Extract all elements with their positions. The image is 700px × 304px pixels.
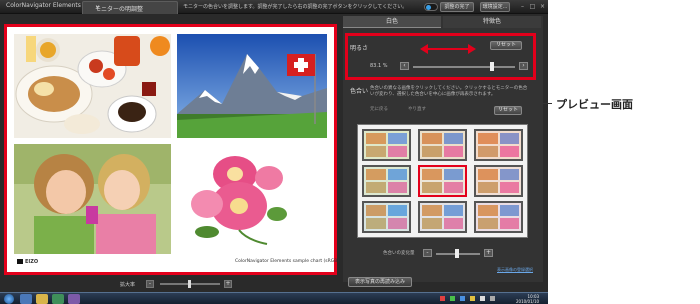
adjust-done-button[interactable]: 調整の完了 (440, 2, 474, 12)
maximize-icon[interactable]: □ (528, 2, 537, 11)
zoom-slider-thumb[interactable] (188, 280, 191, 288)
adjust-decrease-button[interactable]: - (423, 249, 432, 257)
tray-icon[interactable] (460, 296, 465, 301)
tab-monitor-adjust[interactable]: × モニターの明調整 (82, 1, 178, 14)
undo-button[interactable]: 元に戻る (370, 106, 388, 114)
callout-label: プレビュー画面 (556, 98, 633, 111)
taskbar-app-icon[interactable] (68, 294, 80, 304)
variation-cell[interactable] (474, 201, 523, 233)
brightness-label: 明るさ (350, 45, 369, 52)
brand-logo: EIZO (17, 259, 38, 265)
sample-chart-label: ColorNavigator Elements sample chart (sR… (235, 259, 340, 264)
mountain-photo (177, 34, 327, 138)
flower-photo (177, 144, 327, 254)
folder-icon[interactable] (36, 294, 48, 304)
preview-area: EIZO ColorNavigator Elements sample char… (4, 24, 340, 275)
app-name: ColorNavigator Elements (6, 2, 81, 9)
children-photo (14, 144, 171, 254)
variation-cell[interactable] (418, 129, 467, 161)
color-description: 色合いの異なる画像をクリックしてください。クリックするとモニターの色合いが変わり… (370, 86, 528, 97)
toggle-switch[interactable] (424, 3, 438, 11)
variation-cell[interactable] (474, 165, 523, 197)
tray-icon[interactable] (470, 296, 475, 301)
tab-label: モニターの明調整 (95, 6, 144, 13)
variation-cell[interactable] (362, 201, 411, 233)
callout-line (538, 103, 552, 104)
color-reset-button[interactable]: リセット (494, 106, 522, 115)
start-orb-icon[interactable] (4, 294, 14, 304)
zoom-label: 拡大率 (120, 282, 136, 288)
close-window-icon[interactable]: × (538, 2, 547, 11)
brightness-reset-button[interactable]: リセット (490, 41, 522, 50)
title-bar: ColorNavigator Elements × モニターの明調整 モニターの… (0, 0, 548, 14)
reload-photos-button[interactable]: 表示写真の再読み込み (348, 277, 412, 287)
minimize-icon[interactable]: – (518, 2, 527, 11)
network-icon[interactable] (490, 296, 495, 301)
image-select-link[interactable]: 表示画像の登録選択 (497, 267, 533, 273)
right-arrow-icon[interactable]: › (519, 62, 528, 70)
variation-cell[interactable] (362, 165, 411, 197)
taskbar-app-icon[interactable] (20, 294, 32, 304)
adjust-increase-button[interactable]: + (484, 249, 493, 257)
tab-white-point[interactable]: 白色 (343, 16, 441, 28)
brightness-slider-track[interactable] (413, 66, 515, 68)
zoom-out-button[interactable]: - (146, 280, 154, 288)
volume-icon[interactable] (480, 296, 485, 301)
taskbar: 10:03 2010/01/10 (0, 292, 548, 304)
zoom-control: 拡大率 - + (120, 280, 240, 290)
tab-feature-color[interactable]: 特徴色 (443, 16, 541, 28)
adjust-amount-label: 色合いの変化量 (383, 251, 415, 256)
double-arrow-icon (420, 44, 476, 54)
adjust-slider-thumb[interactable] (455, 249, 459, 258)
left-arrow-icon[interactable]: ‹ (400, 62, 409, 70)
instruction-text: モニターの色合いを調整します。調整が完了したら右の調整の完了ボタンをクリックして… (183, 4, 408, 10)
color-variation-grid (357, 124, 528, 238)
tray-icon[interactable] (450, 296, 455, 301)
variation-cell-selected[interactable] (418, 165, 467, 197)
tray-icon[interactable] (440, 296, 445, 301)
variation-cell[interactable] (362, 129, 411, 161)
redo-button[interactable]: やり直す (408, 106, 426, 114)
clock: 10:03 2010/01/10 (516, 294, 540, 304)
breakfast-photo (14, 34, 171, 138)
env-settings-button[interactable]: 環境設定... (480, 2, 510, 12)
zoom-in-button[interactable]: + (224, 280, 232, 288)
brightness-percent: 83.1 % (370, 63, 388, 69)
variation-cell[interactable] (418, 201, 467, 233)
variation-cell[interactable] (474, 129, 523, 161)
color-label: 色合い (350, 88, 369, 95)
taskbar-app-icon[interactable] (52, 294, 64, 304)
brightness-slider-thumb[interactable] (490, 62, 494, 71)
